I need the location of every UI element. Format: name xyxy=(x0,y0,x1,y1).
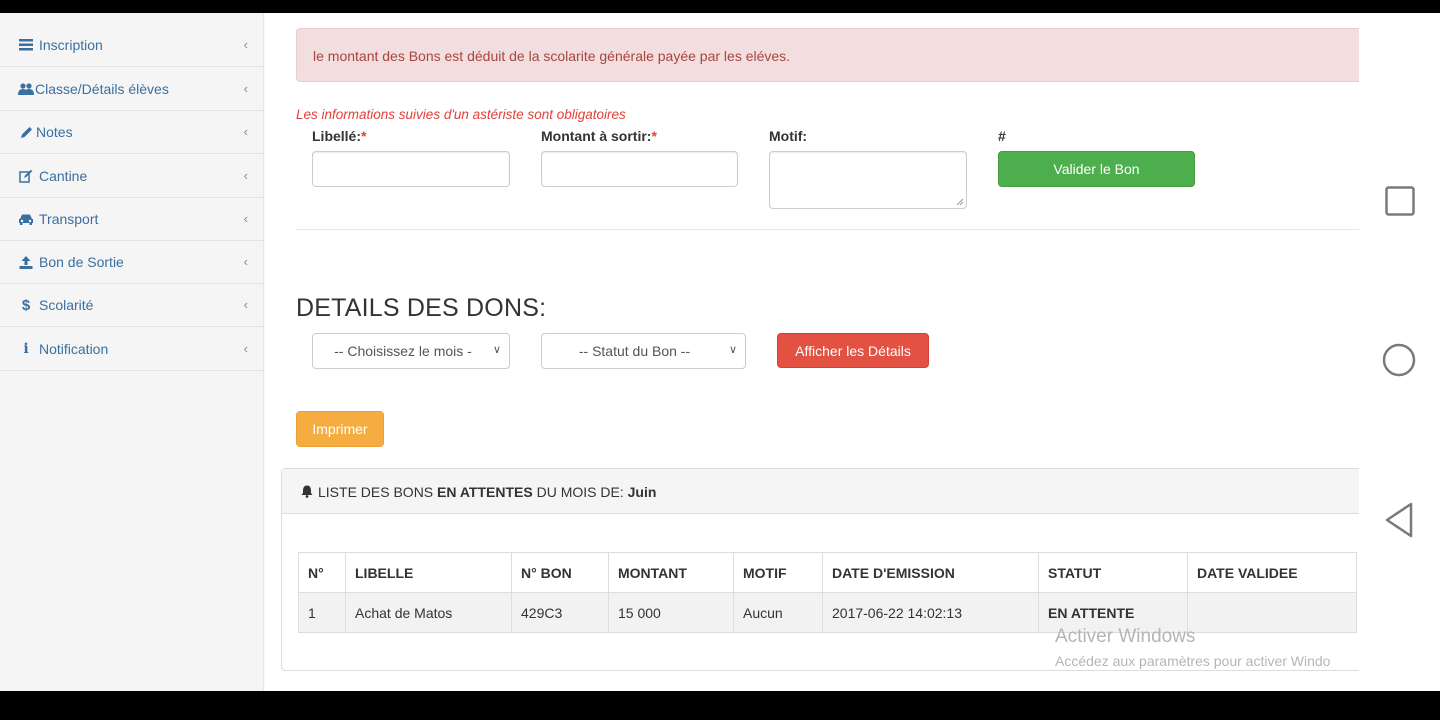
chevron-left-icon: ‹ xyxy=(243,124,248,139)
back-icon[interactable] xyxy=(1384,502,1414,538)
sidebar: Inscription ‹ Classe/Détails élèves ‹ No… xyxy=(0,13,264,691)
sidebar-item-cantine[interactable]: Cantine ‹ xyxy=(0,155,264,198)
users-icon xyxy=(17,83,35,95)
col-header-motif: MOTIF xyxy=(733,552,823,593)
car-icon xyxy=(17,213,35,225)
resize-handle-icon[interactable] xyxy=(956,198,964,206)
sidebar-item-notes[interactable]: Notes ‹ xyxy=(0,111,264,154)
sidebar-item-label: Inscription xyxy=(39,37,103,53)
chevron-left-icon: ‹ xyxy=(243,297,248,312)
table-header-row: N° LIBELLE N° BON MONTANT MOTIF DATE D'E… xyxy=(298,552,1357,593)
sidebar-item-label: Scolarité xyxy=(39,297,94,313)
afficher-details-button[interactable]: Afficher les Détails xyxy=(777,333,929,368)
sidebar-item-inscription[interactable]: Inscription ‹ xyxy=(0,24,264,67)
list-icon xyxy=(17,39,35,51)
libelle-label: Libellé:* xyxy=(312,128,367,144)
sidebar-item-label: Bon de Sortie xyxy=(39,254,124,270)
dollar-icon: $ xyxy=(21,296,31,314)
motif-textarea[interactable] xyxy=(769,151,967,209)
chevron-left-icon: ‹ xyxy=(243,37,248,52)
cell-num-bon: 429C3 xyxy=(511,592,609,633)
top-black-bar xyxy=(0,0,1359,13)
activation-watermark-title: Activer Windows xyxy=(1055,626,1196,647)
info-alert: le montant des Bons est déduit de la sco… xyxy=(296,28,1359,82)
activation-watermark-text: Accédez aux paramètres pour activer Wind… xyxy=(1055,653,1331,669)
libelle-input[interactable] xyxy=(312,151,510,187)
sidebar-item-bon-de-sortie[interactable]: Bon de Sortie ‹ xyxy=(0,241,264,284)
chevron-left-icon: ‹ xyxy=(243,254,248,269)
motif-label: Motif: xyxy=(769,128,808,144)
sidebar-item-label: Notes xyxy=(36,124,73,140)
main-content: le montant des Bons est déduit de la sco… xyxy=(265,13,1359,691)
upload-icon xyxy=(17,255,35,269)
bell-icon xyxy=(301,485,313,501)
bons-panel: LISTE DES BONS EN ATTENTES DU MOIS DE: J… xyxy=(281,468,1359,671)
chevron-down-icon: ∨ xyxy=(492,344,501,356)
month-select[interactable]: -- Choisissez le mois - ∨ xyxy=(312,333,510,369)
divider xyxy=(296,229,1359,230)
chevron-down-icon: ∨ xyxy=(728,344,737,356)
sidebar-item-label: Cantine xyxy=(39,168,88,184)
col-header-num: N° xyxy=(298,552,346,593)
cell-libelle: Achat de Matos xyxy=(345,592,512,633)
col-header-date-validee: DATE VALIDEE xyxy=(1187,552,1357,593)
montant-label: Montant à sortir:* xyxy=(541,128,657,144)
panel-heading: LISTE DES BONS EN ATTENTES DU MOIS DE: J… xyxy=(282,469,1359,514)
hash-label: # xyxy=(998,128,1006,144)
cell-date-emission: 2017-06-22 14:02:13 xyxy=(822,592,1039,633)
cell-montant: 15 000 xyxy=(608,592,734,633)
cell-date-validee xyxy=(1187,592,1357,633)
pencil-icon xyxy=(17,126,35,139)
details-title: DETAILS DES DONS: xyxy=(296,294,547,322)
cell-num: 1 xyxy=(298,592,346,633)
valider-bon-button[interactable]: Valider le Bon xyxy=(998,151,1195,187)
col-header-date-emission: DATE D'EMISSION xyxy=(822,552,1039,593)
sidebar-item-label: Transport xyxy=(39,211,99,227)
imprimer-button[interactable]: Imprimer xyxy=(296,411,384,447)
table-row: 1 Achat de Matos 429C3 15 000 Aucun 2017… xyxy=(298,592,1357,633)
col-header-montant: MONTANT xyxy=(608,552,734,593)
chevron-left-icon: ‹ xyxy=(243,341,248,356)
sidebar-item-label: Classe/Détails élèves xyxy=(35,81,169,97)
status-select[interactable]: -- Statut du Bon -- ∨ xyxy=(541,333,746,369)
chevron-left-icon: ‹ xyxy=(243,81,248,96)
android-navigation-bar xyxy=(1359,13,1440,691)
required-note: Les informations suivies d'un astériste … xyxy=(296,107,626,122)
sidebar-item-notification[interactable]: i Notification ‹ xyxy=(0,328,264,371)
recent-apps-icon[interactable] xyxy=(1385,186,1415,216)
col-header-libelle: LIBELLE xyxy=(345,552,512,593)
sidebar-item-classe[interactable]: Classe/Détails élèves ‹ xyxy=(0,68,264,111)
chevron-left-icon: ‹ xyxy=(243,168,248,183)
app-window: Inscription ‹ Classe/Détails élèves ‹ No… xyxy=(0,13,1359,691)
cell-motif: Aucun xyxy=(733,592,823,633)
col-header-num-bon: N° BON xyxy=(511,552,609,593)
bottom-black-bar xyxy=(0,691,1440,720)
sidebar-item-scolarite[interactable]: $ Scolarité ‹ xyxy=(0,284,264,327)
sidebar-item-transport[interactable]: Transport ‹ xyxy=(0,198,264,241)
col-header-statut: STATUT xyxy=(1038,552,1188,593)
edit-icon xyxy=(17,169,35,183)
chevron-left-icon: ‹ xyxy=(243,211,248,226)
home-icon[interactable] xyxy=(1382,343,1416,377)
info-icon: i xyxy=(23,341,29,357)
bons-table: N° LIBELLE N° BON MONTANT MOTIF DATE D'E… xyxy=(298,552,1357,633)
sidebar-item-label: Notification xyxy=(39,341,109,357)
montant-input[interactable] xyxy=(541,151,738,187)
